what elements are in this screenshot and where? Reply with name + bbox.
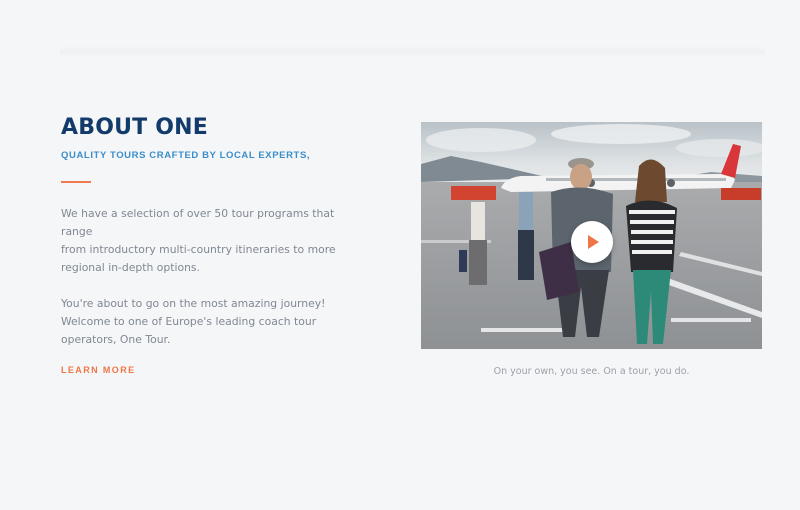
about-paragraph-2: You're about to go on the most amazing j…	[61, 295, 361, 349]
about-paragraph-1: We have a selection of over 50 tour prog…	[61, 205, 361, 277]
paragraph-line: You're about to go on the most amazing j…	[61, 296, 326, 310]
video-caption: On your own, you see. On a tour, you do.	[493, 366, 690, 377]
paragraph-line: Welcome to one of Europe's leading coach…	[61, 314, 317, 328]
paragraph-line: We have a selection of over 50 tour prog…	[61, 206, 335, 238]
learn-more-link[interactable]: LEARN MORE	[61, 365, 136, 375]
paragraph-line: from introductory multi-country itinerar…	[61, 242, 336, 256]
section-title: ABOUT ONE	[61, 115, 208, 140]
section-divider	[60, 46, 765, 58]
play-icon	[588, 235, 599, 249]
paragraph-line: operators, One Tour.	[61, 332, 171, 346]
accent-divider	[61, 181, 91, 183]
section-subtitle: QUALITY TOURS CRAFTED BY LOCAL EXPERTS,	[61, 150, 311, 161]
video-thumbnail[interactable]	[421, 122, 762, 349]
about-section: ABOUT ONE QUALITY TOURS CRAFTED BY LOCAL…	[61, 114, 361, 349]
paragraph-line: regional in-depth options.	[61, 260, 200, 274]
play-button[interactable]	[571, 221, 613, 263]
